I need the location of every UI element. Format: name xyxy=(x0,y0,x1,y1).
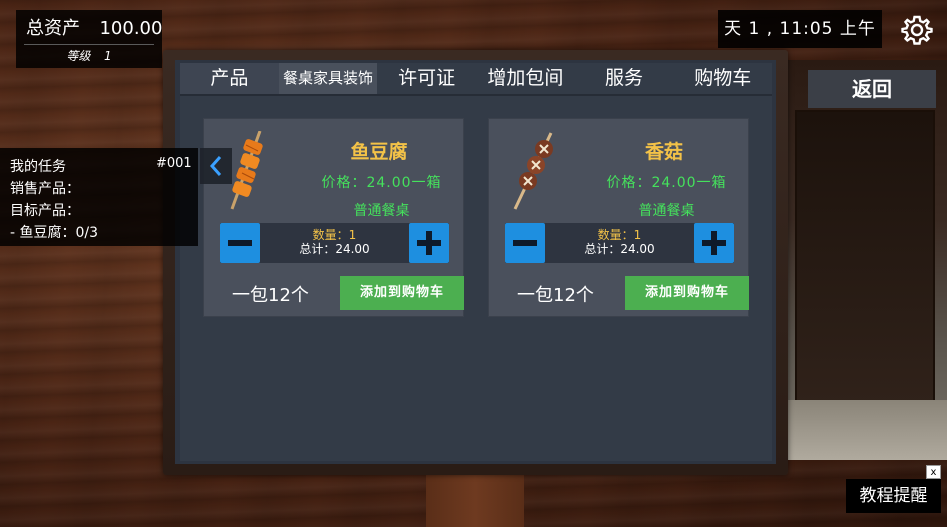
minus-icon xyxy=(228,240,252,246)
background-scene xyxy=(785,60,947,460)
tab-furniture-decor[interactable]: 餐桌家具装饰 xyxy=(278,63,378,94)
assets-divider xyxy=(24,44,154,45)
quantity-stepper: 数量：1 总计：24.00 xyxy=(220,223,449,263)
assets-label: 总资产 xyxy=(26,18,80,39)
quest-title: 我的任务 xyxy=(10,159,66,175)
background-floor xyxy=(785,400,947,460)
decrease-quantity-button[interactable] xyxy=(505,223,545,263)
chevron-left-icon xyxy=(209,156,222,176)
product-card-mushroom: 香菇 价格：24.00一箱 普通餐桌 数量：1 总计：24.00 一包12个 添… xyxy=(488,118,749,317)
mushroom-skewer-icon xyxy=(507,131,557,211)
quest-id: #001 xyxy=(156,156,192,171)
increase-quantity-button[interactable] xyxy=(409,223,449,263)
product-card-fish-tofu: 鱼豆腐 价格：24.00一箱 普通餐桌 数量：1 总计：24.00 一包12个 … xyxy=(203,118,464,317)
product-price: 价格：24.00一箱 xyxy=(321,175,442,191)
product-name: 香菇 xyxy=(644,141,683,163)
add-to-cart-button[interactable]: 添加到购物车 xyxy=(625,276,749,310)
collapse-quest-button[interactable] xyxy=(200,148,232,184)
product-table-type: 普通餐桌 xyxy=(638,203,695,219)
quest-target-label: 目标产品： xyxy=(10,203,80,219)
back-button[interactable]: 返回 xyxy=(808,70,936,108)
level-value: 1 xyxy=(104,49,112,63)
increase-quantity-button[interactable] xyxy=(694,223,734,263)
assets-value: 100.00 xyxy=(99,18,163,39)
quest-item-progress: - 鱼豆腐：0/3 xyxy=(10,225,99,241)
quantity-label: 数量：1 xyxy=(312,228,357,242)
add-to-cart-button[interactable]: 添加到购物车 xyxy=(340,276,464,310)
pack-size: 一包12个 xyxy=(517,285,594,306)
settings-button[interactable] xyxy=(894,10,940,50)
tab-products[interactable]: 产品 xyxy=(180,63,279,94)
product-table-type: 普通餐桌 xyxy=(353,203,410,219)
tab-add-rooms[interactable]: 增加包间 xyxy=(476,63,575,94)
tab-cart[interactable]: 购物车 xyxy=(673,63,773,94)
total-label: 总计：24.00 xyxy=(299,242,370,256)
shop-tabs: 产品 餐桌家具装饰 许可证 增加包间 服务 购物车 xyxy=(180,63,773,94)
product-name: 鱼豆腐 xyxy=(350,141,408,163)
quantity-stepper: 数量：1 总计：24.00 xyxy=(505,223,734,263)
background-shelf xyxy=(795,110,935,410)
tab-services[interactable]: 服务 xyxy=(574,63,674,94)
decrease-quantity-button[interactable] xyxy=(220,223,260,263)
assets-panel: 总资产 100.00 等级 1 xyxy=(16,10,162,68)
tab-licenses[interactable]: 许可证 xyxy=(377,63,477,94)
quest-sell-label: 销售产品： xyxy=(10,181,80,197)
total-assets: 总资产 100.00 xyxy=(26,14,162,40)
tutorial-reminder-button[interactable]: 教程提醒 xyxy=(846,479,941,513)
pack-size: 一包12个 xyxy=(232,285,309,306)
product-price: 价格：24.00一箱 xyxy=(606,175,727,191)
game-clock: 天 1 , 11:05 上午 xyxy=(718,10,882,48)
minus-icon xyxy=(513,240,537,246)
level-label: 等级 xyxy=(66,49,91,63)
gear-icon xyxy=(901,15,933,45)
total-label: 总计：24.00 xyxy=(584,242,655,256)
quantity-label: 数量：1 xyxy=(597,228,642,242)
level-indicator: 等级 1 xyxy=(16,47,162,64)
board-post xyxy=(426,472,524,527)
quest-panel: 我的任务 #001 销售产品： 目标产品： - 鱼豆腐：0/3 xyxy=(0,148,198,246)
plus-icon-vertical xyxy=(711,231,717,255)
close-icon[interactable]: x xyxy=(926,465,941,479)
tab-divider xyxy=(180,94,772,96)
plus-icon-vertical xyxy=(426,231,432,255)
